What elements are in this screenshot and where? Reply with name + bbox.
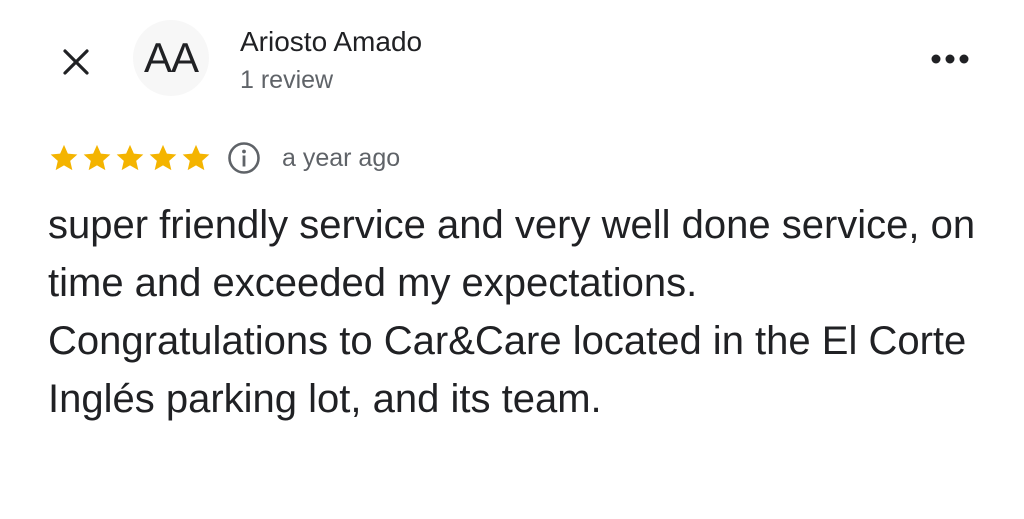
star-icon xyxy=(50,144,78,171)
star-rating xyxy=(48,142,212,174)
star-icon xyxy=(182,144,210,171)
close-button[interactable] xyxy=(54,40,98,84)
info-icon xyxy=(228,142,260,174)
info-button[interactable] xyxy=(226,140,262,176)
avatar-initials: AA xyxy=(143,34,199,81)
star-icon xyxy=(149,144,177,171)
review-time: a year ago xyxy=(282,143,401,172)
rating-row: a year ago xyxy=(48,138,400,178)
avatar[interactable]: AA xyxy=(133,20,209,96)
review-text: super friendly service and very well don… xyxy=(48,203,976,421)
reviewer-review-count: 1 review xyxy=(240,66,334,94)
star-icon xyxy=(116,144,144,171)
star-icon xyxy=(83,144,111,171)
more-options-button[interactable] xyxy=(925,44,975,74)
close-icon xyxy=(63,49,89,75)
more-horizontal-icon xyxy=(931,54,969,64)
reviewer-name[interactable]: Ariosto Amado xyxy=(240,24,422,60)
